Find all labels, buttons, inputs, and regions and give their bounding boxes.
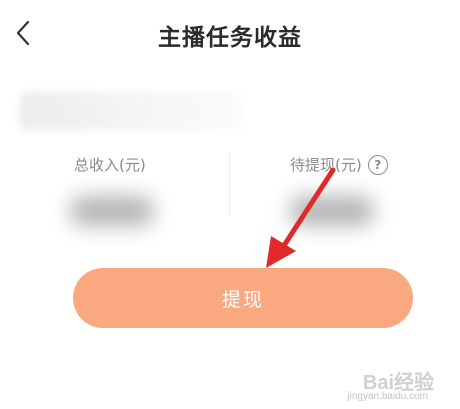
stats-divider [229,152,230,216]
total-income-label-text: 总收入(元) [74,156,146,174]
watermark-url: jingyan.baidu.com [347,391,428,402]
pending-withdraw-label-text: 待提现(元) [290,156,362,174]
pending-withdraw-label: 待提现(元) ? [290,154,388,175]
header: 主播任务收益 [0,0,460,72]
blurred-pending-withdraw-value [290,196,374,226]
question-circle-icon[interactable]: ? [367,154,388,175]
blurred-account-name [20,92,242,130]
blurred-total-income-value [70,196,154,226]
income-stats: 总收入(元) 待提现(元) ? [0,140,460,250]
total-income-label: 总收入(元) [74,154,146,175]
withdraw-button[interactable]: 提现 [73,268,413,328]
page-title: 主播任务收益 [158,25,302,51]
